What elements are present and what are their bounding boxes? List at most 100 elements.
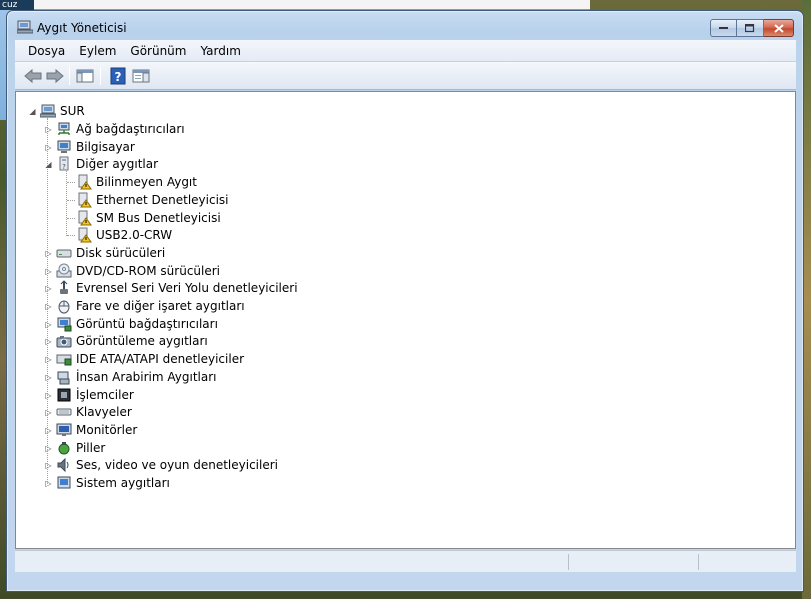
tree-category-label: Piller <box>76 440 106 455</box>
collapse-arrow-icon[interactable]: ◢ <box>44 160 53 169</box>
status-divider <box>698 554 699 570</box>
other-devices-icon: ? <box>56 156 72 172</box>
minimize-button[interactable] <box>710 19 737 37</box>
background-window: cuz <box>0 0 590 10</box>
tree-category-row[interactable]: Ağ bağdaştırıcıları <box>56 120 185 138</box>
svg-text:?: ? <box>115 70 122 84</box>
tree-device-row[interactable]: Ethernet Denetleyicisi <box>76 191 229 209</box>
expand-arrow-icon[interactable]: ▷ <box>44 426 53 435</box>
tree-category-row[interactable]: DVD/CD-ROM sürücüleri <box>56 262 220 280</box>
menu-bar: Dosya Eylem Görünüm Yardım <box>15 40 796 62</box>
warning-device-icon <box>76 227 92 243</box>
tree-connector-branch <box>67 235 75 237</box>
system-devices-icon <box>56 475 72 491</box>
dvd-drive-icon <box>56 263 72 279</box>
collapse-arrow-icon[interactable]: ◢ <box>28 107 37 116</box>
tree-device-row[interactable]: SM Bus Denetleyicisi <box>76 209 221 227</box>
processor-icon <box>56 387 72 403</box>
console-tree-button[interactable] <box>75 67 95 85</box>
tree-category-row[interactable]: Görüntüleme aygıtları <box>56 332 208 350</box>
menu-gorunum[interactable]: Görünüm <box>123 44 193 58</box>
tree-category-row[interactable]: ? Diğer aygıtlar <box>56 155 158 173</box>
toolbar-separator <box>100 67 101 85</box>
imaging-device-icon <box>56 333 72 349</box>
device-tree[interactable]: ◢ SUR ▷ Ağ bağdaştırıcıları ▷ Bilgisayar ◢? D… <box>15 91 796 549</box>
expand-arrow-icon[interactable]: ▷ <box>44 479 53 488</box>
network-adapter-icon <box>56 121 72 137</box>
menu-eylem[interactable]: Eylem <box>72 44 123 58</box>
warning-device-icon <box>76 192 92 208</box>
tree-category-label: Evrensel Seri Veri Yolu denetleyicileri <box>76 281 298 296</box>
computer-icon <box>56 139 72 155</box>
tree-category-row[interactable]: İşlemciler <box>56 386 134 404</box>
toolbar: ? <box>15 62 796 90</box>
device-manager-icon <box>16 20 34 34</box>
tree-device-row[interactable]: Bilinmeyen Aygıt <box>76 173 197 191</box>
expand-arrow-icon[interactable]: ▷ <box>44 461 53 470</box>
expand-arrow-icon[interactable]: ▷ <box>44 391 53 400</box>
title-bar[interactable]: Aygıt Yöneticisi <box>7 11 803 41</box>
sound-icon <box>56 457 72 473</box>
help-icon: ? <box>110 67 126 85</box>
forward-button[interactable] <box>45 67 65 85</box>
tree-category-row[interactable]: İnsan Arabirim Aygıtları <box>56 368 217 386</box>
expand-arrow-icon[interactable]: ▷ <box>44 408 53 417</box>
minimize-icon <box>718 27 728 29</box>
warning-device-icon <box>76 210 92 226</box>
expand-arrow-icon[interactable]: ▷ <box>44 373 53 382</box>
background-window-title: cuz <box>0 0 34 10</box>
tree-connector-branch <box>67 182 75 184</box>
tree-category-label: Bilgisayar <box>76 139 135 154</box>
tree-category-row[interactable]: Görüntü bağdaştırıcıları <box>56 315 218 333</box>
tree-category-row[interactable]: Disk sürücüleri <box>56 244 165 262</box>
tree-category-label: Fare ve diğer işaret aygıtları <box>76 299 245 313</box>
tree-category-label: DVD/CD-ROM sürücüleri <box>76 263 221 278</box>
tree-connector-line <box>66 171 67 236</box>
maximize-icon <box>745 23 755 32</box>
tree-root-label: SUR <box>60 104 85 118</box>
forward-arrow-icon <box>46 68 64 84</box>
expand-arrow-icon[interactable]: ▷ <box>44 444 53 453</box>
tree-category-label: İnsan Arabirim Aygıtları <box>76 369 217 384</box>
expand-arrow-icon[interactable]: ▷ <box>44 284 53 293</box>
expand-arrow-icon[interactable]: ▷ <box>44 249 53 258</box>
tree-device-row[interactable]: USB2.0-CRW <box>76 226 172 244</box>
tree-category-row[interactable]: Monitörler <box>56 421 137 439</box>
status-divider <box>568 554 569 570</box>
tree-device-label: SM Bus Denetleyicisi <box>96 210 221 225</box>
expand-arrow-icon[interactable]: ▷ <box>44 267 53 276</box>
menu-yardim[interactable]: Yardım <box>193 44 247 58</box>
tree-category-row[interactable]: Ses, video ve oyun denetleyicileri <box>56 456 278 474</box>
computer-icon <box>39 103 57 119</box>
tree-connector-branch <box>67 199 75 201</box>
tree-category-label: Ağ bağdaştırıcıları <box>76 122 185 136</box>
usb-controller-icon <box>56 280 72 296</box>
tree-category-row[interactable]: Fare ve diğer işaret aygıtları <box>56 297 245 315</box>
window-controls <box>710 19 794 37</box>
back-button[interactable] <box>23 67 43 85</box>
tree-root[interactable]: ◢ SUR <box>28 102 85 120</box>
help-button[interactable]: ? <box>108 67 128 85</box>
expand-arrow-icon[interactable]: ▷ <box>44 125 53 134</box>
expand-arrow-icon[interactable]: ▷ <box>44 302 53 311</box>
expand-arrow-icon[interactable]: ▷ <box>44 355 53 364</box>
expand-arrow-icon[interactable]: ▷ <box>44 143 53 152</box>
tree-category-row[interactable]: Klavyeler <box>56 403 132 421</box>
menu-dosya[interactable]: Dosya <box>21 44 72 58</box>
expand-arrow-icon[interactable]: ▷ <box>44 337 53 346</box>
expand-arrow-icon[interactable]: ▷ <box>44 320 53 329</box>
tree-category-row[interactable]: Sistem aygıtları <box>56 474 170 492</box>
tree-category-row[interactable]: Piller <box>56 439 105 457</box>
tree-category-row[interactable]: Bilgisayar <box>56 138 135 156</box>
close-button[interactable] <box>764 19 794 37</box>
tree-category-row[interactable]: IDE ATA/ATAPI denetleyiciler <box>56 350 244 368</box>
tree-category-row[interactable]: Evrensel Seri Veri Yolu denetleyicileri <box>56 279 298 297</box>
action-pane-button[interactable] <box>131 67 151 85</box>
ide-controller-icon <box>56 351 72 367</box>
monitor-icon <box>56 422 72 438</box>
window-title: Aygıt Yöneticisi <box>37 21 127 35</box>
maximize-button[interactable] <box>737 19 764 37</box>
tree-device-label: Ethernet Denetleyicisi <box>96 192 229 207</box>
tree-category-label: Görüntüleme aygıtları <box>76 334 208 349</box>
mouse-icon <box>56 298 72 314</box>
